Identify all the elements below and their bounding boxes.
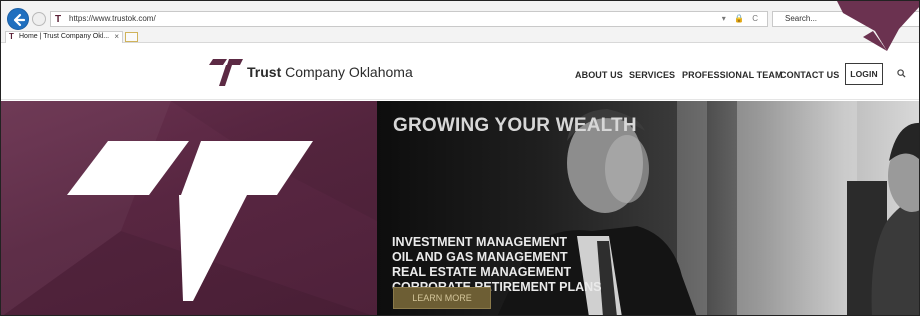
tab-favicon-icon: T (9, 32, 14, 41)
tab-close-icon[interactable]: × (114, 32, 119, 41)
browser-tab[interactable]: T Home | Trust Company Okl... × (5, 31, 123, 43)
pointer-arrow-icon (837, 1, 919, 51)
hero-banner: GROWING YOUR WEALTH INVESTMENT MANAGEMEN… (1, 101, 919, 315)
service-investment: INVESTMENT MANAGEMENT (392, 235, 567, 249)
address-bar-row: T https://www.trustok.com/ ▾ 🔒 C Search.… (1, 1, 919, 31)
service-real-estate: REAL ESTATE MANAGEMENT (392, 265, 572, 279)
tab-strip: T Home | Trust Company Okl... × (1, 31, 919, 43)
magnifier-icon (897, 69, 906, 78)
hero-brand-panel (1, 101, 377, 315)
nav-about-us[interactable]: ABOUT US (575, 70, 623, 80)
url-field[interactable]: T https://www.trustok.com/ ▾ 🔒 C (50, 11, 768, 27)
search-icon[interactable] (897, 69, 906, 80)
nav-professional-team[interactable]: PROFESSIONAL TEAM (682, 70, 783, 80)
new-tab-button[interactable] (125, 32, 138, 42)
hero-logo-mark-icon (1, 101, 377, 315)
forward-button[interactable] (32, 12, 46, 26)
browser-window: T https://www.trustok.com/ ▾ 🔒 C Search.… (0, 0, 920, 316)
service-oil-gas: OIL AND GAS MANAGEMENT (392, 250, 568, 264)
hero-services-list: INVESTMENT MANAGEMENT OIL AND GAS MANAGE… (392, 235, 602, 295)
back-arrow-icon (13, 13, 26, 27)
nav-services[interactable]: SERVICES (629, 70, 675, 80)
site-header: Trust Company Oklahoma ABOUT US SERVICES… (1, 44, 919, 100)
url-actions-icons[interactable]: ▾ 🔒 C (722, 14, 761, 23)
back-button[interactable] (7, 8, 29, 30)
hero-title: GROWING YOUR WEALTH (393, 115, 637, 136)
learn-more-button[interactable]: LEARN MORE (393, 287, 491, 309)
login-button[interactable]: LOGIN (845, 63, 883, 85)
nav-contact-us[interactable]: CONTACT US (780, 70, 839, 80)
main-nav: ABOUT US SERVICES PROFESSIONAL TEAM CONT… (1, 44, 919, 100)
site-favicon-icon: T (55, 14, 62, 25)
tab-title: Home | Trust Company Okl... (19, 33, 110, 40)
url-text: https://www.trustok.com/ (69, 14, 156, 23)
